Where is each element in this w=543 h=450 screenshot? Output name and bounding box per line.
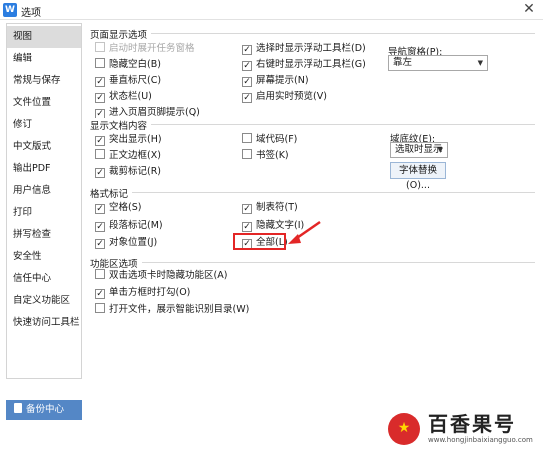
checkbox-highlight[interactable]: ✓ 突出显示(H) <box>95 133 162 146</box>
checkbox-crop-marks[interactable]: ✓ 裁剪标记(R) <box>95 165 161 178</box>
checkbox-field-codes[interactable]: 域代码(F) <box>242 133 297 146</box>
check-icon: ✓ <box>242 77 252 87</box>
field-shading-value: 选取时显示 <box>395 144 443 155</box>
group-title-ribbon: 功能区选项 <box>90 256 142 270</box>
watermark-title: 百香果号 <box>428 412 516 436</box>
checkbox-live-preview[interactable]: ✓ 启用实时预览(V) <box>242 90 327 103</box>
check-icon: ✓ <box>242 61 252 71</box>
group-divider <box>90 262 535 263</box>
group-title-doc-content: 显示文档内容 <box>90 118 152 132</box>
font-replace-button[interactable]: 字体替换(O)... <box>390 162 446 191</box>
checkbox-screen-tips[interactable]: ✓ 屏幕提示(N) <box>242 74 309 87</box>
checkbox-box <box>95 303 105 313</box>
sidebar-item-chinese-layout[interactable]: 中文版式 <box>7 136 81 158</box>
checkbox-box <box>242 149 252 159</box>
sidebar-item-file-location[interactable]: 文件位置 <box>7 92 81 114</box>
check-icon: ✓ <box>242 93 252 103</box>
backup-center-label: 备份中心 <box>26 404 65 415</box>
check-icon: ✓ <box>95 77 105 87</box>
checkbox-vertical-ruler[interactable]: ✓ 垂直标尺(C) <box>95 74 161 87</box>
nav-pane-value: 靠左 <box>393 57 413 68</box>
checkbox-expand-task-pane[interactable]: 启动时展开任务窗格 <box>95 42 195 55</box>
sidebar-item-security[interactable]: 安全性 <box>7 246 81 268</box>
sidebar-item-general-save[interactable]: 常规与保存 <box>7 70 81 92</box>
checkbox-box <box>95 149 105 159</box>
sidebar-item-revision[interactable]: 修订 <box>7 114 81 136</box>
check-icon: ✓ <box>95 204 105 214</box>
check-icon: ✓ <box>95 289 105 299</box>
checkbox-spaces[interactable]: ✓ 空格(S) <box>95 201 141 214</box>
checkbox-box <box>242 133 252 143</box>
checkbox-box <box>95 42 105 52</box>
chevron-down-icon: ▼ <box>477 59 483 67</box>
checkbox-float-toolbar-select[interactable]: ✓ 选择时显示浮动工具栏(D) <box>242 42 366 55</box>
group-divider <box>90 33 535 34</box>
sidebar-item-user-info[interactable]: 用户信息 <box>7 180 81 202</box>
field-shading-select[interactable]: 选取时显示 ▼ <box>390 142 448 158</box>
checkbox-click-box-to-check[interactable]: ✓ 单击方框时打勾(O) <box>95 286 190 299</box>
checkbox-status-bar[interactable]: ✓ 状态栏(U) <box>95 90 152 103</box>
sidebar-item-trust-center[interactable]: 信任中心 <box>7 268 81 290</box>
checkbox-box <box>95 58 105 68</box>
checkbox-text-boundaries[interactable]: 正文边框(X) <box>95 149 161 162</box>
star-icon: ★ <box>397 420 411 436</box>
annotation-arrow-icon <box>288 220 321 244</box>
sidebar-item-view[interactable]: 视图 <box>7 26 81 48</box>
checkbox-box <box>95 269 105 279</box>
check-icon: ✓ <box>95 239 105 249</box>
close-icon[interactable]: ✕ <box>521 1 537 17</box>
title-bar: W 选项 ✕ <box>0 0 543 20</box>
backup-center-button[interactable]: 备份中心 <box>6 400 82 420</box>
group-divider <box>90 124 535 125</box>
checkbox-float-toolbar-right-click[interactable]: ✓ 右键时显示浮动工具栏(G) <box>242 58 366 71</box>
check-icon: ✓ <box>95 168 105 178</box>
check-icon: ✓ <box>242 45 252 55</box>
watermark: ★ 百香果号 www.hongjinbaixiangguo.com <box>384 410 542 448</box>
nav-pane-select[interactable]: 靠左 ▼ <box>388 55 488 71</box>
checkbox-object-anchors[interactable]: ✓ 对象位置(J) <box>95 236 157 249</box>
checkbox-bookmarks[interactable]: 书签(K) <box>242 149 289 162</box>
app-icon: W <box>3 3 17 17</box>
group-title-page-display: 页面显示选项 <box>90 27 152 41</box>
options-sidebar: 视图 编辑 常规与保存 文件位置 修订 中文版式 输出PDF 用户信息 打印 拼… <box>6 23 82 379</box>
group-divider <box>90 192 535 193</box>
checkbox-tabs[interactable]: ✓ 制表符(T) <box>242 201 298 214</box>
check-icon: ✓ <box>95 136 105 146</box>
checkbox-paragraph-marks[interactable]: ✓ 段落标记(M) <box>95 219 163 232</box>
sidebar-item-print[interactable]: 打印 <box>7 202 81 224</box>
chevron-down-icon: ▼ <box>437 146 443 154</box>
group-title-format-marks: 格式标记 <box>90 186 133 200</box>
sidebar-item-export-pdf[interactable]: 输出PDF <box>7 158 81 180</box>
sidebar-item-quick-access-toolbar[interactable]: 快速访问工具栏 <box>7 312 81 334</box>
checkbox-smart-toc[interactable]: 打开文件，展示智能识别目录(W) <box>95 303 249 316</box>
check-icon: ✓ <box>242 204 252 214</box>
check-icon: ✓ <box>242 222 252 232</box>
sidebar-item-edit[interactable]: 编辑 <box>7 48 81 70</box>
checkbox-double-click-hide-ribbon[interactable]: 双击选项卡时隐藏功能区(A) <box>95 269 227 282</box>
window-title: 选项 <box>21 8 41 19</box>
sidebar-item-spell-check[interactable]: 拼写检查 <box>7 224 81 246</box>
check-icon: ✓ <box>95 93 105 103</box>
backup-icon <box>14 403 22 413</box>
sidebar-item-custom-ribbon[interactable]: 自定义功能区 <box>7 290 81 312</box>
watermark-logo: ★ <box>388 413 420 445</box>
checkbox-hide-whitespace[interactable]: 隐藏空白(B) <box>95 58 161 71</box>
watermark-url: www.hongjinbaixiangguo.com <box>428 436 533 444</box>
check-icon: ✓ <box>95 222 105 232</box>
annotation-highlight-box <box>233 233 286 250</box>
